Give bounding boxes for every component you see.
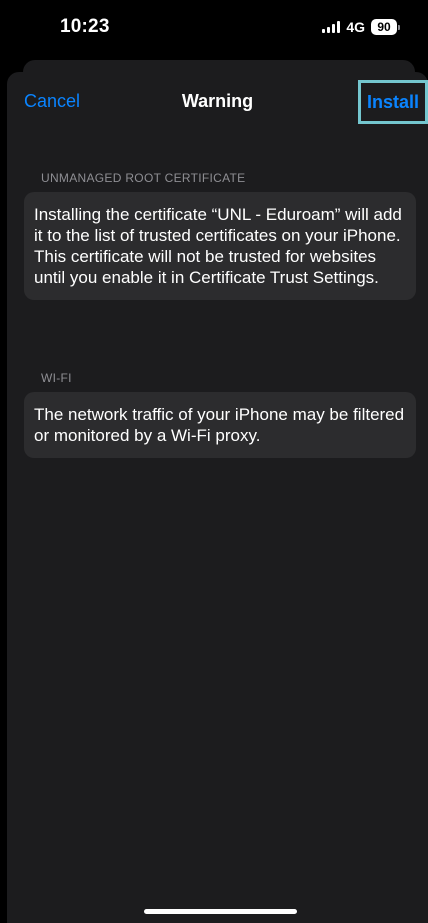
- status-time: 10:23: [60, 16, 110, 37]
- wifi-warning: The network traffic of your iPhone may b…: [24, 392, 416, 458]
- status-indicators: 4G 90: [322, 19, 400, 35]
- signal-icon: [322, 21, 341, 33]
- nav-bar: Cancel Warning Install: [7, 72, 428, 132]
- warning-sheet: Cancel Warning Install UNMANAGED ROOT CE…: [7, 72, 428, 923]
- status-bar: 10:23 4G 90: [0, 0, 428, 58]
- home-indicator[interactable]: [144, 909, 297, 914]
- battery-icon: 90: [371, 19, 400, 35]
- section-header-wifi: WI-FI: [41, 371, 72, 385]
- cancel-button[interactable]: Cancel: [24, 91, 80, 112]
- root-certificate-warning: Installing the certificate “UNL - Eduroa…: [24, 192, 416, 300]
- network-type: 4G: [346, 19, 365, 35]
- battery-level: 90: [371, 19, 397, 35]
- install-button[interactable]: Install: [358, 80, 428, 124]
- section-header-root-certificate: UNMANAGED ROOT CERTIFICATE: [41, 171, 246, 185]
- screen: 10:23 4G 90 Cancel Warning Install UNMAN…: [0, 0, 428, 923]
